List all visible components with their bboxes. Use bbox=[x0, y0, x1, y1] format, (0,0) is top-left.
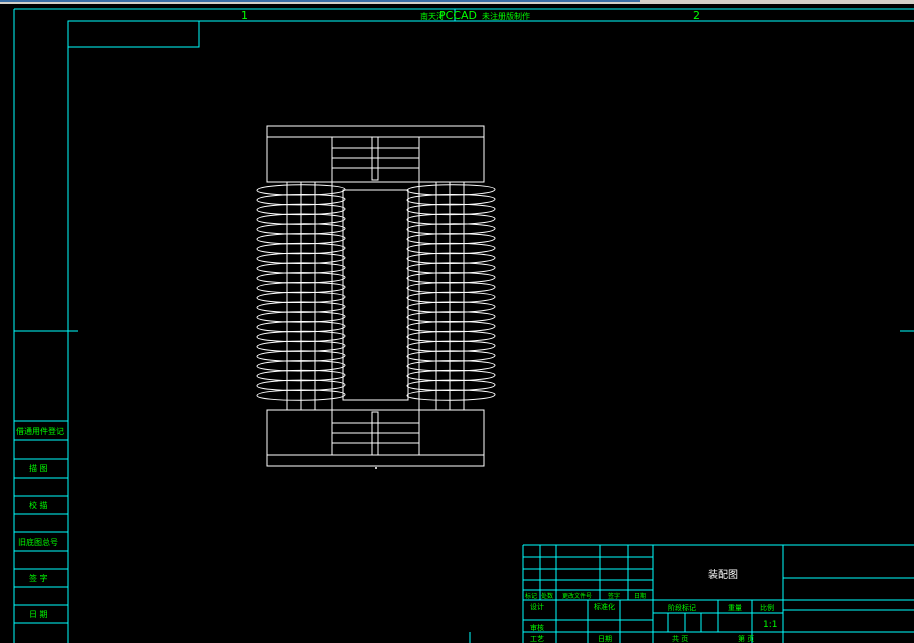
drawing-name: 装配图 bbox=[708, 568, 738, 581]
right-spring-coil bbox=[406, 203, 496, 216]
label-process: 工艺 bbox=[530, 635, 544, 643]
side-label-sign: 签 字 bbox=[29, 573, 48, 583]
top-right-block bbox=[418, 136, 485, 183]
title-bar-accent bbox=[0, 0, 640, 2]
right-spring-coil bbox=[406, 330, 496, 343]
zone-number-2: 2 bbox=[693, 9, 700, 22]
side-label-date: 日 期 bbox=[29, 610, 48, 619]
right-spring-coil bbox=[406, 184, 496, 196]
label-ratio: 比例 bbox=[760, 603, 774, 612]
right-spring-coil bbox=[406, 340, 496, 352]
right-spring-coil bbox=[406, 194, 496, 206]
right-spring-coil bbox=[406, 233, 496, 245]
side-label-trace: 描 图 bbox=[29, 463, 48, 473]
center-window bbox=[342, 189, 409, 401]
label-sheet-total: 共 页 bbox=[672, 634, 688, 643]
right-spring-coil bbox=[406, 379, 496, 391]
label-design: 设计 bbox=[530, 602, 544, 611]
top-plate bbox=[266, 125, 485, 183]
header-brand: PCCAD bbox=[439, 9, 477, 22]
bottom-left-block bbox=[266, 409, 333, 456]
right-spring-coil bbox=[406, 252, 496, 264]
label-approve-date: 日期 bbox=[598, 635, 612, 643]
right-spring-coil bbox=[406, 350, 496, 362]
right-spring-coil bbox=[406, 223, 496, 235]
label-date-row: 日期 bbox=[634, 592, 646, 600]
code-box bbox=[67, 20, 200, 48]
right-spring-coil bbox=[406, 281, 496, 294]
bottom-plate bbox=[266, 409, 485, 467]
right-spring-coil bbox=[406, 301, 496, 313]
bottom-right-block bbox=[418, 409, 485, 456]
label-sheet: 第 页 bbox=[738, 634, 754, 643]
label-standardization: 标准化 bbox=[594, 602, 615, 611]
label-review: 审核 bbox=[530, 623, 544, 632]
right-spring-coil bbox=[406, 360, 496, 372]
right-spring-coil bbox=[406, 389, 496, 401]
header-suffix: 未注册版制作 bbox=[482, 11, 530, 21]
right-spring-coil bbox=[406, 213, 496, 225]
side-label-borrow: 借通用件登记 bbox=[16, 426, 64, 436]
side-label-check: 校 描 bbox=[29, 500, 48, 510]
spring-assembly bbox=[266, 125, 485, 467]
label-count: 处数 bbox=[541, 592, 553, 600]
right-spring-coil bbox=[406, 262, 496, 274]
label-change-doc: 更改文件号 bbox=[562, 592, 592, 600]
label-stage-mark: 阶段标记 bbox=[668, 603, 696, 612]
label-weight: 重量 bbox=[728, 604, 742, 612]
coil-springs bbox=[256, 184, 496, 401]
side-label-old-number: 旧底图总号 bbox=[18, 537, 58, 547]
right-spring-coil bbox=[406, 242, 496, 255]
cad-drawing-canvas[interactable]: 1 2 南天河 PCCAD 未注册版制作 借通用件登记 描 图 校 描 旧底图总… bbox=[0, 4, 914, 643]
center-dot bbox=[375, 467, 377, 469]
zone-number-1: 1 bbox=[241, 9, 248, 22]
right-spring-coil bbox=[406, 311, 496, 323]
right-spring-coil bbox=[406, 321, 496, 333]
right-spring-coil bbox=[406, 272, 496, 284]
top-left-block bbox=[266, 136, 333, 183]
right-spring-coil bbox=[406, 369, 496, 382]
right-spring-coil bbox=[406, 291, 496, 304]
label-mark: 标记 bbox=[525, 592, 537, 600]
scale-value: 1:1 bbox=[763, 620, 777, 630]
label-signature: 签字 bbox=[608, 592, 620, 600]
